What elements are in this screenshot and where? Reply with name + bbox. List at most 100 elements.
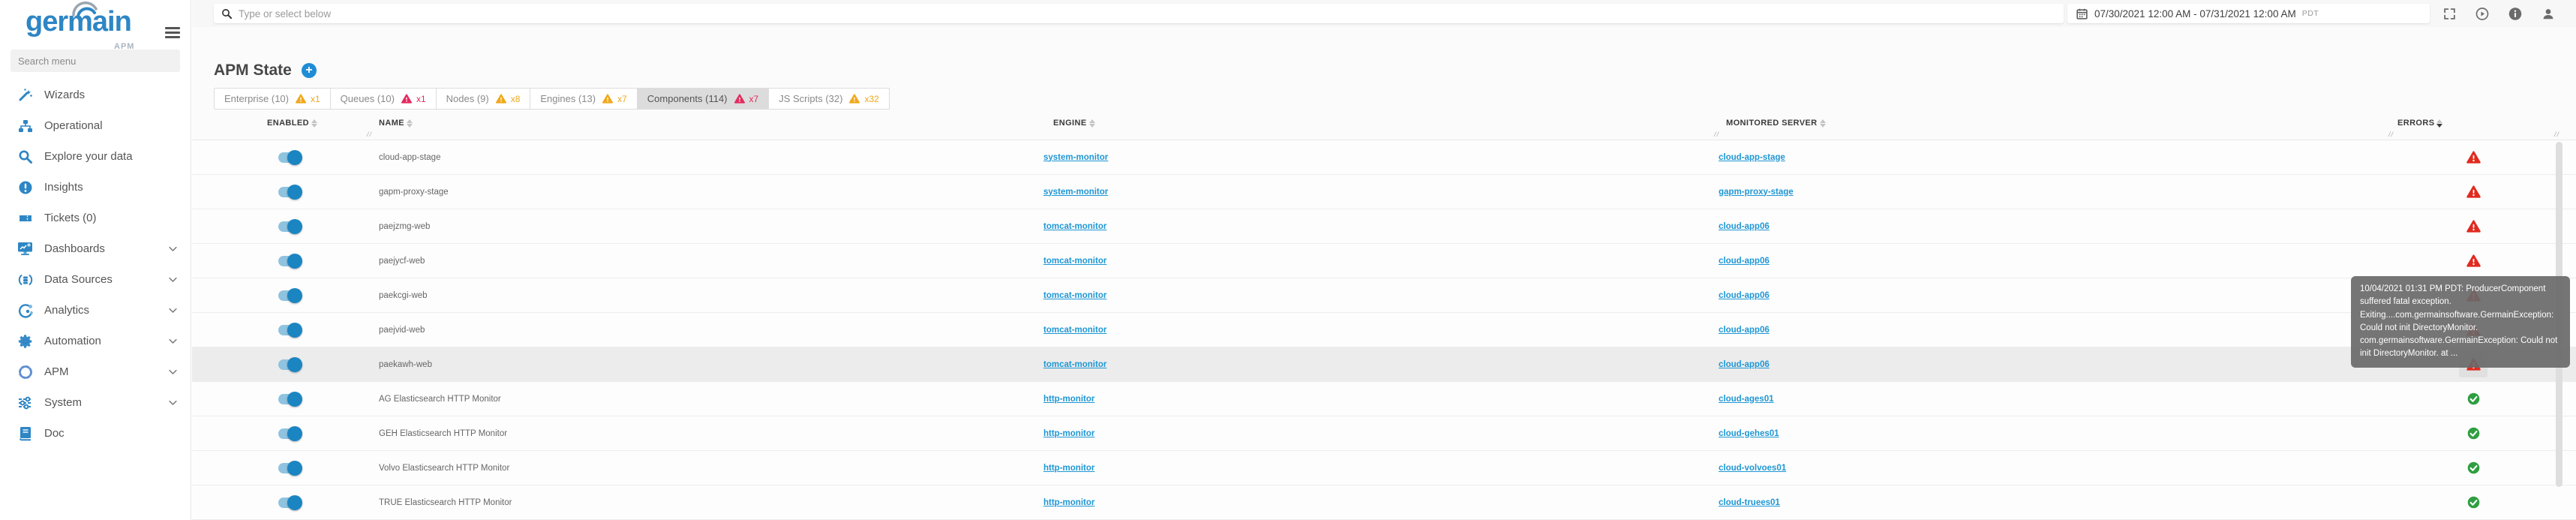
date-range-picker[interactable]: 07/30/2021 12:00 AM - 07/31/2021 12:00 A… [2067,4,2430,23]
table-row[interactable]: Volvo Elasticsearch HTTP Monitor http-mo… [192,451,2576,485]
status-icon[interactable] [2459,455,2487,481]
table-row[interactable]: paejzmg-web tomcat-monitor cloud-app06 [192,209,2576,244]
enabled-toggle[interactable] [278,425,302,441]
status-icon[interactable] [2459,421,2487,446]
table-row[interactable]: cloud-app-stage system-monitor cloud-app… [192,140,2576,175]
chevron-down-icon[interactable] [167,274,179,285]
column-header-name[interactable]: NAME [379,119,413,128]
add-button[interactable]: + [301,63,317,78]
monitored-server-link[interactable]: gapm-proxy-stage [1719,188,1794,197]
enabled-toggle[interactable] [278,494,302,510]
column-header-errors[interactable]: ERRORS [2397,119,2443,128]
chevron-down-icon[interactable] [167,366,179,377]
tab-label: JS Scripts (32) [779,93,843,104]
sidebar-item-data-sources[interactable]: Data Sources [0,264,191,295]
engine-link[interactable]: system-monitor [1043,153,1108,162]
fullscreen-icon[interactable] [2442,7,2456,20]
tab[interactable]: Components (114) x7 [637,88,770,110]
engine-link[interactable]: http-monitor [1043,395,1094,404]
engine-link[interactable]: tomcat-monitor [1043,291,1106,300]
component-name: paejzmg-web [379,221,431,231]
sidebar-item-wizards[interactable]: Wizards [0,80,191,110]
chevron-down-icon[interactable] [167,243,179,254]
enabled-toggle[interactable] [278,460,302,476]
enabled-toggle[interactable] [278,391,302,407]
sidebar-item-explore[interactable]: Explore your data [0,141,191,172]
monitored-server-link[interactable]: cloud-volvoes01 [1719,464,1786,473]
column-header-monitored-server[interactable]: MONITORED SERVER [1726,119,1826,128]
engine-link[interactable]: tomcat-monitor [1043,326,1106,335]
enabled-toggle[interactable] [278,149,302,165]
engine-link[interactable]: tomcat-monitor [1043,360,1106,369]
enabled-toggle[interactable] [278,287,302,303]
table-row[interactable]: TRUE Elasticsearch HTTP Monitor http-mon… [192,485,2576,520]
monitored-server-link[interactable]: cloud-ages01 [1719,395,1774,404]
status-icon[interactable] [2459,490,2487,515]
sidebar-item-automation[interactable]: Automation [0,326,191,356]
engine-link[interactable]: http-monitor [1043,498,1094,507]
status-icon[interactable] [2459,248,2487,274]
status-icon[interactable] [2459,179,2487,205]
table-row[interactable]: paejycf-web tomcat-monitor cloud-app06 [192,244,2576,278]
user-icon[interactable] [2541,7,2555,20]
table-row[interactable]: paejvid-web tomcat-monitor cloud-app06 [192,313,2576,347]
monitored-server-link[interactable]: cloud-gehes01 [1719,429,1779,438]
status-icon[interactable] [2459,386,2487,412]
table-row[interactable]: gapm-proxy-stage system-monitor gapm-pro… [192,175,2576,209]
enabled-toggle[interactable] [278,253,302,269]
chevron-down-icon[interactable] [167,397,179,408]
engine-link[interactable]: http-monitor [1043,429,1094,438]
sidebar-item-dashboards[interactable]: Dashboards [0,233,191,264]
sidebar-search-input[interactable] [11,50,180,72]
monitored-server-link[interactable]: cloud-app06 [1719,222,1770,231]
enabled-toggle[interactable] [278,218,302,234]
global-search-input[interactable] [239,8,2056,20]
monitored-server-link[interactable]: cloud-app06 [1719,326,1770,335]
column-header-engine[interactable]: ENGINE [1053,119,1095,128]
monitored-server-link[interactable]: cloud-truees01 [1719,498,1780,507]
tab[interactable]: Nodes (9) x8 [436,88,531,110]
table-row[interactable]: GEH Elasticsearch HTTP Monitor http-moni… [192,416,2576,451]
status-icon[interactable] [2459,214,2487,239]
engine-link[interactable]: tomcat-monitor [1043,257,1106,266]
tab[interactable]: Queues (10) x1 [330,88,437,110]
enabled-toggle[interactable] [278,322,302,338]
column-resize-handle[interactable]: // [367,131,372,138]
hamburger-menu-icon[interactable] [165,27,180,39]
column-resize-handle[interactable]: // [2554,131,2559,138]
global-search[interactable] [214,4,2064,23]
play-circle-icon[interactable] [2475,7,2489,20]
table-row[interactable]: AG Elasticsearch HTTP Monitor http-monit… [192,382,2576,416]
monitored-server-link[interactable]: cloud-app06 [1719,257,1770,266]
enabled-toggle[interactable] [278,184,302,200]
engine-link[interactable]: system-monitor [1043,188,1108,197]
column-resize-handle[interactable]: // [1714,131,1719,138]
sidebar-item-system[interactable]: System [0,387,191,418]
status-icon[interactable] [2459,145,2487,170]
sidebar-item-analytics[interactable]: Analytics [0,295,191,326]
column-header-enabled[interactable]: ENABLED [267,119,317,128]
engine-link[interactable]: tomcat-monitor [1043,222,1106,231]
sidebar-item-insights[interactable]: Insights [0,172,191,203]
tab[interactable]: JS Scripts (32) x32 [769,88,890,110]
engine-link[interactable]: http-monitor [1043,464,1094,473]
sidebar-item-tickets[interactable]: Tickets (0) [0,203,191,233]
table-row[interactable]: paekcgi-web tomcat-monitor cloud-app06 [192,278,2576,313]
sidebar-item-apm[interactable]: APM [0,356,191,387]
chevron-down-icon[interactable] [167,335,179,347]
book-icon [17,425,35,443]
ok-check-icon [2467,427,2479,440]
calendar-icon [2076,8,2088,20]
monitored-server-link[interactable]: cloud-app06 [1719,291,1770,300]
enabled-toggle[interactable] [278,356,302,372]
column-resize-handle[interactable]: // [2388,131,2394,138]
table-row[interactable]: paekawh-web tomcat-monitor cloud-app06 [192,347,2576,382]
sidebar-item-doc[interactable]: Doc [0,418,191,449]
info-icon[interactable] [2508,7,2522,20]
monitored-server-link[interactable]: cloud-app06 [1719,360,1770,369]
monitored-server-link[interactable]: cloud-app-stage [1719,153,1785,162]
sidebar-item-operational[interactable]: Operational [0,110,191,141]
tab[interactable]: Enterprise (10) x1 [214,88,331,110]
chevron-down-icon[interactable] [167,305,179,316]
tab[interactable]: Engines (13) x7 [530,88,638,110]
